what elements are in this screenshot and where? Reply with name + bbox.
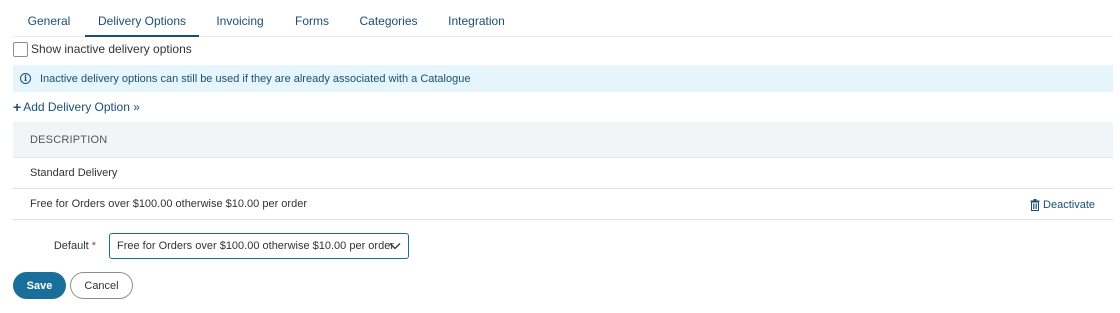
row-description: Free for Orders over $100.00 otherwise $… [30,198,307,210]
show-inactive-label[interactable]: Show inactive delivery options [31,42,192,56]
plus-icon: + [13,99,22,115]
show-inactive-checkbox[interactable] [13,41,28,57]
default-field: Default * Free for Orders over $100.00 ot… [13,233,409,259]
show-inactive-toggle[interactable]: Show inactive delivery options [13,40,192,58]
row-description: Standard Delivery [30,167,118,179]
tab-integration[interactable]: Integration [445,7,508,37]
table-row: Free for Orders over $100.00 otherwise $… [13,189,1113,220]
info-banner: i Inactive delivery options can still be… [13,65,1113,92]
cancel-button[interactable]: Cancel [70,272,133,299]
add-delivery-option-label[interactable]: Add Delivery Option » [23,100,140,114]
table-header: DESCRIPTION [13,122,1113,158]
deactivate-label[interactable]: Deactivate [1043,199,1095,211]
default-select-value: Free for Orders over $100.00 otherwise $… [117,240,394,252]
tab-invoicing[interactable]: Invoicing [208,7,272,37]
add-delivery-option-link[interactable]: + Add Delivery Option » [13,99,140,115]
column-header-description: DESCRIPTION [30,133,108,146]
required-marker: * [91,240,96,252]
deactivate-button[interactable]: Deactivate [1030,189,1095,220]
trash-icon [1030,198,1040,211]
delivery-options-table: DESCRIPTION Standard Delivery Free for O… [13,122,1113,220]
chevron-down-icon [389,243,401,250]
tab-categories[interactable]: Categories [356,7,421,37]
tab-bar: General Delivery Options Invoicing Forms… [13,7,1113,37]
tab-general[interactable]: General [13,7,85,37]
save-button[interactable]: Save [13,272,66,299]
info-text: Inactive delivery options can still be u… [40,72,471,85]
default-select[interactable]: Free for Orders over $100.00 otherwise $… [109,233,409,259]
info-icon: i [20,73,31,84]
tab-forms[interactable]: Forms [289,7,335,37]
tab-delivery-options[interactable]: Delivery Options [85,7,199,37]
default-label: Default * [53,240,96,252]
table-row: Standard Delivery [13,158,1113,189]
